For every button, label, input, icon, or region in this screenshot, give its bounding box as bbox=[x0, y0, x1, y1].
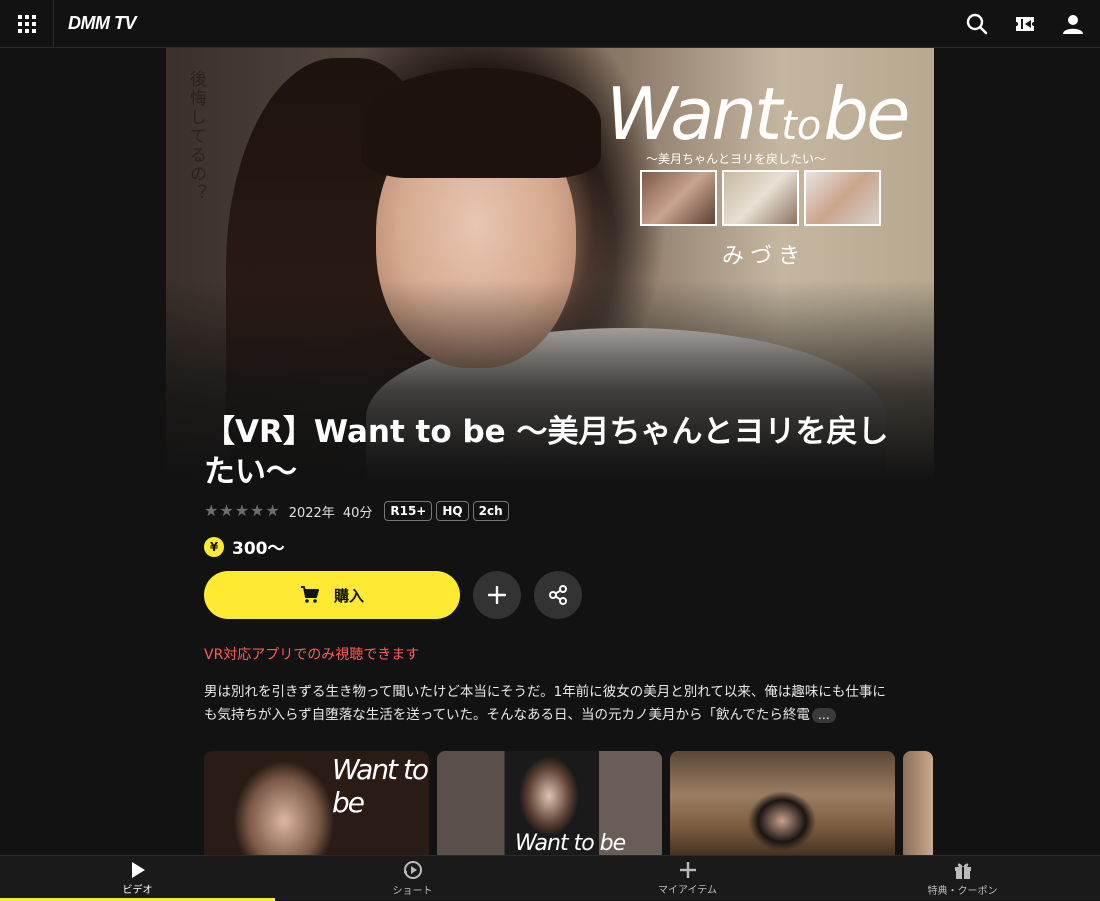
sample-image[interactable]: Want to be bbox=[204, 751, 429, 855]
duration: 40分 bbox=[343, 502, 373, 521]
play-icon bbox=[129, 861, 147, 879]
price-row: ¥ 300〜 bbox=[204, 534, 285, 559]
main-content: 後悔してるの？ Wanttobe 〜美月ちゃんとヨリを戻したい〜 みづき 【VR… bbox=[166, 48, 934, 855]
plus-icon bbox=[679, 861, 697, 879]
short-play-icon bbox=[403, 860, 423, 880]
user-button[interactable] bbox=[1060, 11, 1086, 37]
sample-image[interactable] bbox=[903, 751, 933, 855]
gift-icon bbox=[953, 860, 973, 880]
hero-vertical-text: 後悔してるの？ bbox=[184, 70, 209, 203]
action-buttons: 購入 bbox=[204, 571, 582, 619]
search-button[interactable] bbox=[964, 11, 990, 37]
nav-item-label: 特典・クーポン bbox=[928, 882, 998, 897]
grid-menu-button[interactable] bbox=[0, 0, 54, 48]
grid-menu-icon bbox=[17, 14, 37, 34]
star-icon: ★ bbox=[219, 503, 233, 519]
sample-image-text: Want to be bbox=[332, 753, 429, 819]
hero-actress-name: みづき bbox=[722, 238, 806, 270]
rating-badge: R15+ bbox=[384, 501, 432, 521]
brand-be: be bbox=[823, 72, 907, 156]
dmm-tv-logo[interactable]: DMM TV bbox=[68, 13, 136, 34]
sample-image-text: Want to be bbox=[515, 831, 625, 855]
ticket-icon bbox=[1014, 14, 1036, 34]
hero-brand-subtitle: 〜美月ちゃんとヨリを戻したい〜 bbox=[646, 150, 826, 167]
hero-thumbnails bbox=[640, 170, 881, 226]
buy-button-label: 購入 bbox=[334, 585, 364, 606]
cart-icon bbox=[300, 586, 320, 604]
meta-row: ★ ★ ★ ★ ★ 2022年 40分 R15+ HQ 2ch bbox=[204, 500, 509, 522]
share-button[interactable] bbox=[534, 571, 582, 619]
nav-item-label: ショート bbox=[393, 882, 433, 897]
hero-thumbnail bbox=[804, 170, 881, 226]
nav-item-label: マイアイテム bbox=[658, 881, 717, 896]
rating-stars: ★ ★ ★ ★ ★ bbox=[204, 503, 280, 519]
bottom-navigation: ビデオ ショート マイアイテム 特典・クーポン bbox=[0, 855, 1100, 900]
vr-only-notice: VR対応アプリでのみ視聴できます bbox=[204, 644, 419, 664]
add-to-list-button[interactable] bbox=[473, 571, 521, 619]
description-text: 男は別れを引きずる生き物って聞いたけど本当にそうだ。1年前に彼女の美月と別れて以… bbox=[204, 684, 886, 723]
ticket-button[interactable] bbox=[1012, 11, 1038, 37]
page-title: 【VR】Want to be 〜美月ちゃんとヨリを戻したい〜 bbox=[204, 412, 904, 492]
sample-image[interactable]: Want to be bbox=[437, 751, 662, 855]
nav-item-video[interactable]: ビデオ bbox=[0, 856, 275, 900]
user-icon bbox=[1062, 13, 1084, 35]
expand-description-button[interactable]: … bbox=[812, 708, 836, 723]
brand-to: to bbox=[781, 103, 821, 149]
audio-badge: 2ch bbox=[473, 501, 509, 521]
star-icon: ★ bbox=[265, 503, 279, 519]
nav-item-my-items[interactable]: マイアイテム bbox=[550, 856, 825, 900]
search-icon bbox=[966, 13, 988, 35]
description: 男は別れを引きずる生き物って聞いたけど本当にそうだ。1年前に彼女の美月と別れて以… bbox=[204, 681, 894, 727]
nav-item-short[interactable]: ショート bbox=[275, 856, 550, 900]
plus-icon bbox=[488, 586, 506, 604]
buy-button[interactable]: 購入 bbox=[204, 571, 460, 619]
star-icon: ★ bbox=[204, 503, 218, 519]
top-header: DMM TV bbox=[0, 0, 1100, 48]
hero-bangs bbox=[361, 68, 601, 178]
nav-item-coupons[interactable]: 特典・クーポン bbox=[825, 856, 1100, 900]
hero-thumbnail bbox=[640, 170, 717, 226]
brand-want: Want bbox=[606, 72, 779, 156]
hero-thumbnail bbox=[722, 170, 799, 226]
share-icon bbox=[548, 585, 568, 605]
release-year: 2022年 bbox=[289, 502, 335, 521]
yen-icon: ¥ bbox=[204, 537, 224, 557]
star-icon: ★ bbox=[250, 503, 264, 519]
hero-brand-title: Wanttobe bbox=[606, 72, 907, 156]
quality-badge: HQ bbox=[436, 501, 468, 521]
nav-item-label: ビデオ bbox=[123, 881, 153, 896]
price-value: 300〜 bbox=[232, 534, 285, 559]
sample-image-gallery: Want to be Want to be bbox=[204, 751, 933, 855]
star-icon: ★ bbox=[235, 503, 249, 519]
sample-image[interactable] bbox=[670, 751, 895, 855]
